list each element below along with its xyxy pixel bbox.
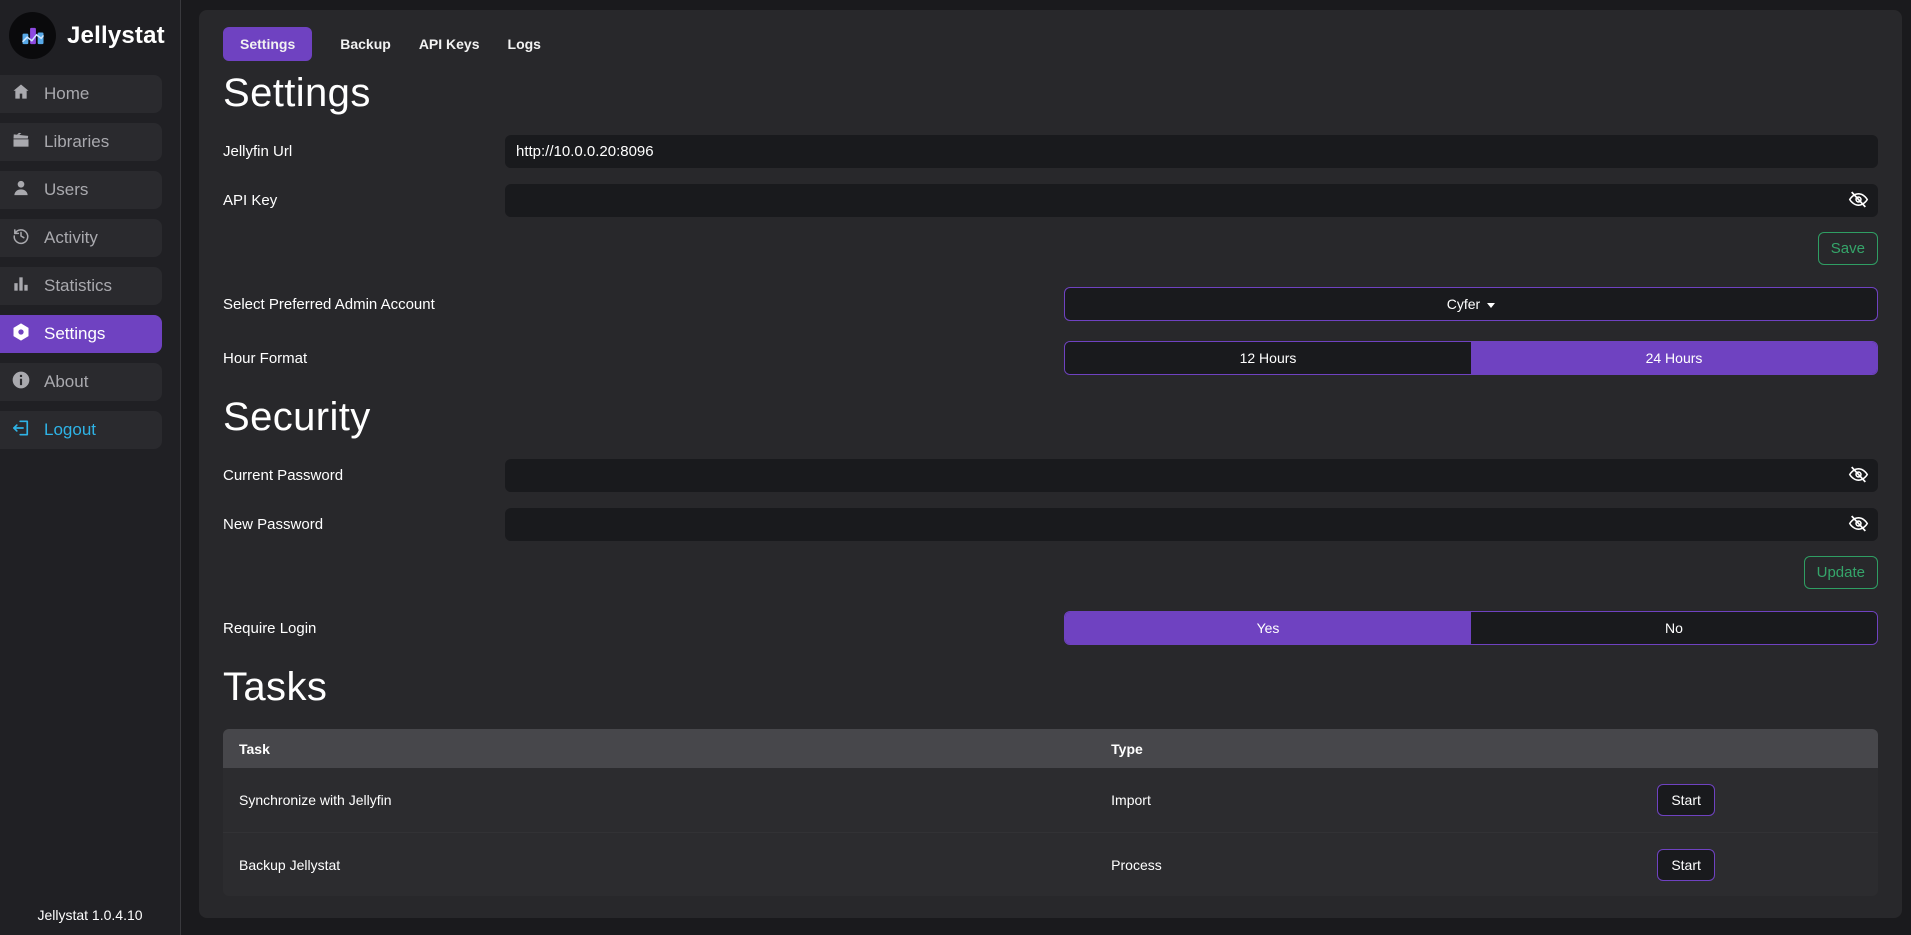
task-name: Synchronize with Jellyfin <box>223 792 1095 808</box>
sidebar-item-about[interactable]: About <box>0 363 162 401</box>
sidebar-item-logout[interactable]: Logout <box>0 411 162 449</box>
admin-account-row: Select Preferred Admin Account Cyfer <box>223 287 1878 321</box>
require-login-yes-option[interactable]: Yes <box>1065 612 1471 644</box>
app-logo: Jellystat <box>0 0 180 75</box>
jellystat-logo-icon <box>9 12 56 59</box>
new-password-label: New Password <box>223 516 505 533</box>
api-key-row: API Key <box>223 184 1878 217</box>
sidebar-item-home[interactable]: Home <box>0 75 162 113</box>
jellyfin-url-label: Jellyfin Url <box>223 143 505 160</box>
sidebar-item-label: Logout <box>44 420 96 440</box>
tasks-table-header: Task Type <box>223 729 1878 768</box>
sidebar-item-label: Activity <box>44 228 98 248</box>
jellyfin-url-input[interactable] <box>505 135 1878 168</box>
sidebar: Jellystat Home Libraries Users <box>0 0 181 935</box>
table-row-backup: Backup Jellystat Process Start <box>223 832 1878 896</box>
require-login-no-option[interactable]: No <box>1471 612 1877 644</box>
tasks-table: Task Type Synchronize with Jellyfin Impo… <box>223 729 1878 896</box>
new-password-row: New Password <box>223 508 1878 541</box>
sidebar-item-settings[interactable]: Settings <box>0 315 162 353</box>
api-key-visibility-toggle[interactable] <box>1846 187 1871 215</box>
admin-account-label: Select Preferred Admin Account <box>223 296 1064 313</box>
current-password-input[interactable] <box>505 459 1878 492</box>
hour-format-label: Hour Format <box>223 350 1064 367</box>
task-type: Import <box>1095 792 1641 808</box>
require-login-label: Require Login <box>223 620 1064 637</box>
logout-icon <box>11 418 31 443</box>
save-button[interactable]: Save <box>1818 232 1878 265</box>
eye-slash-icon <box>1848 189 1869 213</box>
hour-format-row: Hour Format 12 Hours 24 Hours <box>223 341 1878 375</box>
require-login-row: Require Login Yes No <box>223 611 1878 645</box>
jellyfin-url-row: Jellyfin Url <box>223 135 1878 168</box>
eye-slash-icon <box>1848 513 1869 537</box>
tab-settings[interactable]: Settings <box>223 27 312 61</box>
current-password-row: Current Password <box>223 459 1878 492</box>
sidebar-item-label: Home <box>44 84 89 104</box>
tab-bar: Settings Backup API Keys Logs <box>223 27 1878 61</box>
api-key-input[interactable] <box>505 184 1878 217</box>
current-password-visibility-toggle[interactable] <box>1846 462 1871 490</box>
sidebar-item-label: Libraries <box>44 132 109 152</box>
sidebar-item-activity[interactable]: Activity <box>0 219 162 257</box>
table-row-sync: Synchronize with Jellyfin Import Start <box>223 768 1878 832</box>
api-key-label: API Key <box>223 192 505 209</box>
sidebar-item-label: Users <box>44 180 88 200</box>
start-backup-button[interactable]: Start <box>1657 849 1715 881</box>
sidebar-item-label: Settings <box>44 324 105 344</box>
libraries-icon <box>11 130 31 155</box>
hour-format-24-option[interactable]: 24 Hours <box>1471 342 1877 374</box>
update-button[interactable]: Update <box>1804 556 1878 589</box>
admin-account-selected: Cyfer <box>1447 296 1480 312</box>
app-title: Jellystat <box>67 22 165 50</box>
require-login-toggle: Yes No <box>1064 611 1878 645</box>
new-password-visibility-toggle[interactable] <box>1846 511 1871 539</box>
tasks-heading: Tasks <box>223 665 1878 710</box>
sidebar-item-statistics[interactable]: Statistics <box>0 267 162 305</box>
start-sync-button[interactable]: Start <box>1657 784 1715 816</box>
sidebar-item-label: About <box>44 372 88 392</box>
new-password-input[interactable] <box>505 508 1878 541</box>
statistics-icon <box>11 274 31 299</box>
tab-backup[interactable]: Backup <box>340 36 391 52</box>
home-icon <box>11 82 31 107</box>
app-version: Jellystat 1.0.4.10 <box>0 907 180 923</box>
eye-slash-icon <box>1848 464 1869 488</box>
hour-format-toggle: 12 Hours 24 Hours <box>1064 341 1878 375</box>
about-icon <box>11 370 31 395</box>
sidebar-item-libraries[interactable]: Libraries <box>0 123 162 161</box>
column-header-type: Type <box>1095 741 1641 757</box>
tab-logs[interactable]: Logs <box>508 36 541 52</box>
sidebar-nav: Home Libraries Users Activity <box>0 75 180 449</box>
chevron-down-icon <box>1487 303 1495 308</box>
tab-api-keys[interactable]: API Keys <box>419 36 480 52</box>
settings-heading: Settings <box>223 71 1878 116</box>
activity-icon <box>11 226 31 251</box>
hour-format-12-option[interactable]: 12 Hours <box>1065 342 1471 374</box>
task-type: Process <box>1095 857 1641 873</box>
main-panel: Settings Backup API Keys Logs Settings J… <box>199 10 1902 918</box>
security-heading: Security <box>223 395 1878 440</box>
sidebar-item-label: Statistics <box>44 276 112 296</box>
admin-account-dropdown[interactable]: Cyfer <box>1064 287 1878 321</box>
users-icon <box>11 178 31 203</box>
settings-icon <box>11 322 31 347</box>
sidebar-item-users[interactable]: Users <box>0 171 162 209</box>
current-password-label: Current Password <box>223 467 505 484</box>
column-header-task: Task <box>223 741 1095 757</box>
task-name: Backup Jellystat <box>223 857 1095 873</box>
